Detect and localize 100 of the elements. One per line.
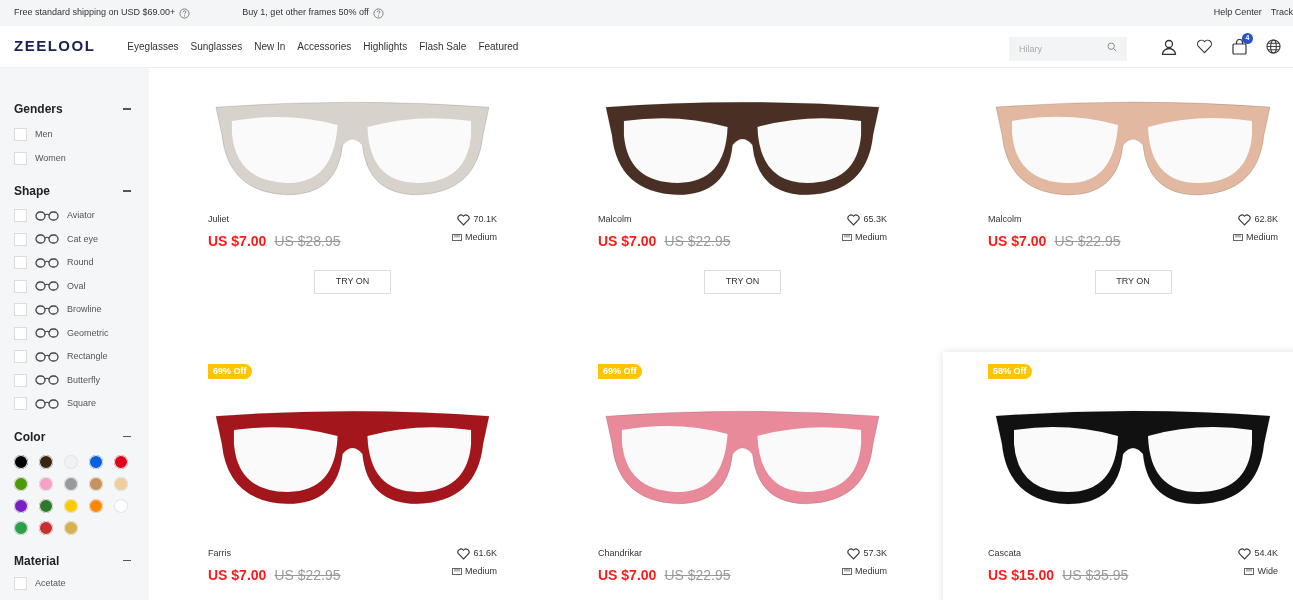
glasses-icon — [35, 210, 59, 221]
shopping-bag-icon[interactable] — [1232, 38, 1247, 55]
filter-option[interactable]: Round — [67, 256, 94, 270]
nav-link[interactable]: Sunglasses — [190, 39, 243, 54]
promo-message: Buy 1, get other frames 50% off — [242, 6, 369, 20]
nav-link[interactable]: Eyeglasses — [127, 39, 179, 54]
filter-option[interactable]: Rectangle — [67, 350, 108, 364]
heart-icon[interactable] — [1196, 39, 1213, 54]
globe-icon[interactable] — [1266, 39, 1281, 54]
search-field[interactable]: Hilary — [1009, 36, 1127, 61]
try-on-button[interactable]: TRY ON — [314, 269, 391, 294]
heart-icon[interactable] — [1238, 547, 1252, 560]
heart-icon[interactable] — [847, 213, 861, 226]
like-count: 65.3K — [863, 213, 887, 226]
promo-message: Free standard shipping on USD $69.00+ — [14, 6, 176, 20]
heart-icon[interactable] — [457, 213, 471, 226]
original-price: US $22.95 — [1054, 231, 1121, 251]
sale-price: US $15.00 — [988, 565, 1055, 585]
frame-size: Medium — [1246, 230, 1278, 244]
frame-size: Medium — [465, 564, 497, 578]
product-name[interactable]: Cascata — [988, 547, 1022, 561]
color-swatch[interactable] — [39, 476, 53, 491]
color-swatch[interactable] — [89, 498, 103, 513]
checkbox[interactable] — [14, 256, 27, 270]
checkbox[interactable] — [14, 209, 27, 223]
color-swatch[interactable] — [114, 476, 128, 491]
try-on-button[interactable]: TRY ON — [1094, 269, 1172, 294]
color-swatch[interactable] — [114, 454, 128, 469]
color-swatch[interactable] — [39, 498, 53, 513]
top-link[interactable]: Track — [1270, 6, 1293, 20]
filter-option[interactable]: Acetate — [35, 576, 66, 590]
ruler-icon — [842, 567, 852, 575]
heart-icon[interactable] — [1238, 213, 1252, 226]
user-icon[interactable] — [1161, 38, 1177, 55]
checkbox[interactable] — [14, 397, 27, 411]
checkbox[interactable] — [14, 326, 27, 340]
discount-badge: 58% Off — [988, 363, 1032, 379]
help-icon[interactable] — [372, 7, 384, 19]
product-name[interactable]: Farris — [208, 547, 231, 561]
search-icon[interactable] — [1107, 41, 1117, 52]
checkbox[interactable] — [14, 151, 27, 165]
checkbox[interactable] — [14, 373, 27, 387]
filter-option[interactable]: Geometric — [67, 326, 109, 340]
checkbox[interactable] — [14, 128, 27, 142]
like-count: 61.6K — [473, 547, 497, 560]
try-on-button[interactable]: TRY ON — [704, 269, 781, 294]
product-card[interactable]: 58% Off Cascata 54.4K US $15.00 US $35.95 Wide — [943, 351, 1293, 600]
ruler-icon — [1244, 567, 1255, 575]
collapse-icon[interactable] — [123, 559, 131, 562]
collapse-icon[interactable] — [123, 435, 131, 438]
nav-link[interactable]: Flash Sale — [419, 39, 467, 54]
glasses-icon — [35, 398, 59, 409]
checkbox[interactable] — [14, 576, 27, 590]
top-link[interactable]: Help Center — [1213, 6, 1262, 20]
filter-option[interactable]: Aviator — [67, 209, 95, 223]
help-icon[interactable] — [179, 7, 191, 19]
filter-option[interactable]: Oval — [67, 279, 86, 293]
ruler-icon — [452, 567, 462, 575]
color-swatch[interactable] — [114, 498, 128, 513]
checkbox[interactable] — [14, 303, 27, 317]
logo[interactable]: ZEELOOL — [14, 35, 96, 58]
like-count: 57.3K — [863, 547, 887, 560]
color-swatch[interactable] — [14, 476, 28, 491]
checkbox[interactable] — [14, 350, 27, 364]
product-name[interactable]: Malcolm — [598, 213, 632, 227]
product-name[interactable]: Juliet — [208, 213, 229, 227]
filter-option[interactable]: Cat eye — [67, 232, 99, 246]
color-swatch[interactable] — [89, 454, 103, 469]
discount-badge: 69% Off — [598, 363, 642, 379]
color-swatch[interactable] — [89, 476, 103, 491]
checkbox[interactable] — [14, 279, 27, 293]
frame-size: Wide — [1257, 564, 1278, 578]
product-name[interactable]: Chandrikar — [598, 547, 643, 561]
color-swatch[interactable] — [39, 520, 53, 535]
filter-option[interactable]: Square — [67, 397, 97, 411]
color-swatch[interactable] — [14, 520, 28, 535]
nav-link[interactable]: Accessories — [297, 39, 352, 54]
filter-option[interactable]: Browline — [67, 303, 102, 317]
heart-icon[interactable] — [457, 547, 471, 560]
color-swatch[interactable] — [64, 520, 78, 535]
color-swatch[interactable] — [39, 454, 53, 469]
product-name[interactable]: Malcolm — [988, 213, 1022, 227]
color-swatch[interactable] — [14, 454, 28, 469]
glasses-icon — [35, 234, 59, 245]
nav-link[interactable]: New In — [254, 39, 286, 54]
filter-option[interactable]: Men — [35, 128, 53, 142]
sale-price: US $7.00 — [988, 231, 1047, 251]
ruler-icon — [842, 233, 852, 241]
color-swatch[interactable] — [64, 498, 78, 513]
filter-heading: Shape — [14, 183, 50, 200]
nav-link[interactable]: Highlights — [363, 39, 408, 54]
sale-price: US $7.00 — [208, 565, 267, 585]
nav-link[interactable]: Featured — [478, 39, 519, 54]
checkbox[interactable] — [14, 232, 27, 246]
sale-price: US $7.00 — [598, 231, 657, 251]
filter-option[interactable]: Butterfly — [67, 373, 100, 387]
color-swatch[interactable] — [64, 476, 78, 491]
color-swatch[interactable] — [14, 498, 28, 513]
filter-option[interactable]: Women — [35, 151, 66, 165]
heart-icon[interactable] — [847, 547, 861, 560]
